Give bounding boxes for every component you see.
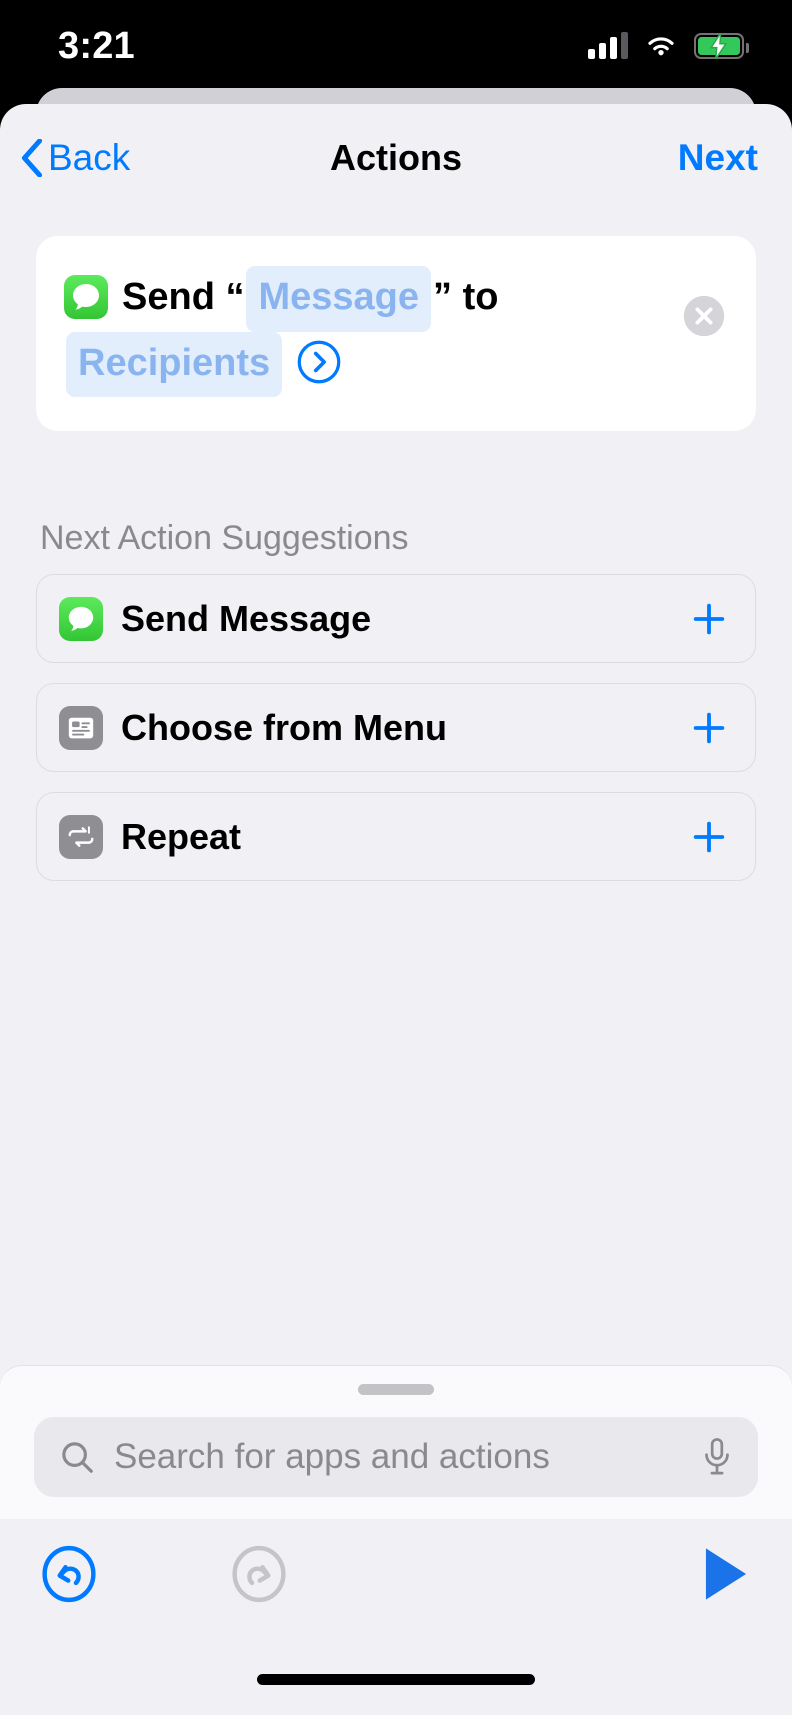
suggestion-label: Choose from Menu <box>121 706 448 748</box>
cellular-bars-icon <box>588 32 628 59</box>
chevron-right-circle-icon[interactable] <box>296 339 342 385</box>
recipients-parameter-token[interactable]: Recipients <box>66 331 283 398</box>
suggestion-row-repeat[interactable]: Repeat <box>36 792 756 882</box>
suggestion-row-send-message[interactable]: Send Message <box>36 574 756 664</box>
action-connector: to <box>462 276 499 318</box>
next-button[interactable]: Next <box>678 137 758 179</box>
home-indicator <box>257 1674 535 1685</box>
undo-icon[interactable] <box>40 1545 98 1603</box>
battery-charging-icon <box>694 33 749 59</box>
status-bar: 3:21 <box>0 0 792 92</box>
messages-app-icon <box>59 596 103 641</box>
suggestion-label: Send Message <box>121 597 372 639</box>
close-quote: ” <box>433 276 453 318</box>
search-sheet: Search for apps and actions <box>0 1365 792 1519</box>
status-indicators <box>588 32 749 59</box>
redo-icon[interactable] <box>230 1545 288 1603</box>
action-verb: Send <box>122 276 215 318</box>
close-circle-icon[interactable] <box>682 294 726 338</box>
suggestion-row-choose-from-menu[interactable]: Choose from Menu <box>36 683 756 773</box>
menu-list-icon <box>59 705 103 750</box>
sheet-grabber[interactable] <box>358 1384 434 1395</box>
search-input[interactable]: Search for apps and actions <box>34 1417 758 1497</box>
repeat-one-icon <box>59 814 103 859</box>
open-quote: “ <box>225 276 245 318</box>
search-icon <box>62 1442 93 1473</box>
suggestions-heading: Next Action Suggestions <box>40 519 409 558</box>
status-time: 3:21 <box>58 24 135 67</box>
action-card-text: Send “Message” to Recipients <box>64 266 728 398</box>
messages-app-icon <box>64 275 108 319</box>
phone-screen: 3:21 Back Actions Next Send “ Message ” … <box>0 0 792 1715</box>
suggestion-label: Repeat <box>121 815 242 857</box>
plus-icon[interactable] <box>689 599 729 639</box>
editor-toolbar <box>0 1519 792 1629</box>
wifi-icon <box>648 37 674 56</box>
play-icon[interactable] <box>700 1545 752 1603</box>
message-parameter-token[interactable]: Message <box>246 266 432 332</box>
microphone-icon[interactable] <box>700 1436 734 1478</box>
suggestions-list: Send Message Choose from Menu Repeat <box>36 574 756 882</box>
plus-icon[interactable] <box>689 817 729 857</box>
action-card-send-message[interactable]: Send “Message” to Recipients <box>36 236 756 432</box>
plus-icon[interactable] <box>689 708 729 748</box>
search-placeholder: Search for apps and actions <box>114 1437 550 1476</box>
navigation-bar: Back Actions Next <box>0 104 792 212</box>
page-title: Actions <box>329 137 462 178</box>
